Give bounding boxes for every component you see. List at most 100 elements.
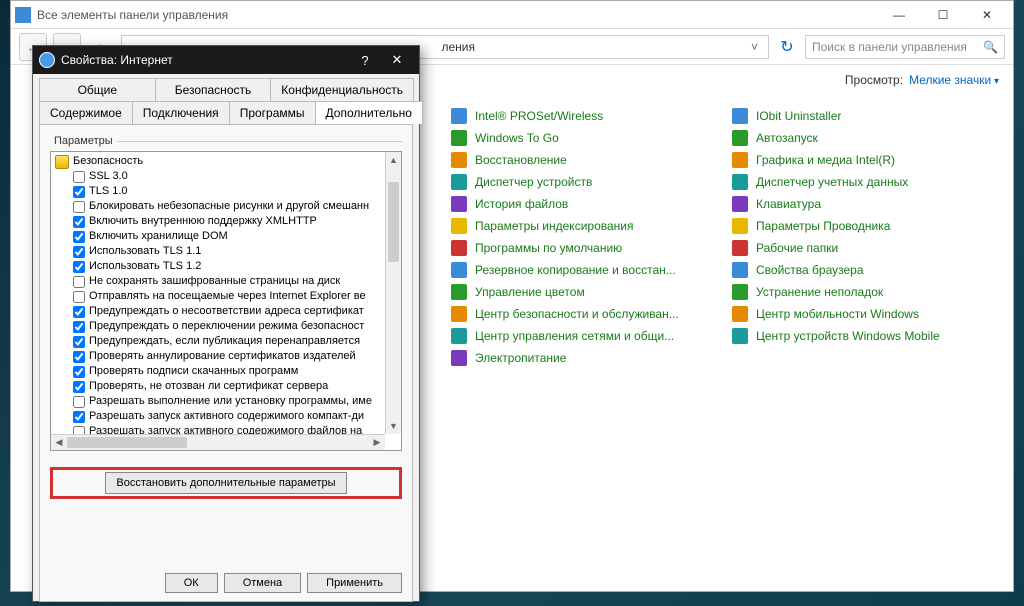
cp-item[interactable]: Windows To Go [451, 127, 712, 149]
cp-item[interactable]: Центр устройств Windows Mobile [732, 325, 993, 347]
cp-item[interactable]: История файлов [451, 193, 712, 215]
tree-checkbox[interactable] [73, 321, 85, 333]
tree-item[interactable]: SSL 3.0 [55, 169, 381, 184]
cp-item[interactable]: Центр управления сетями и общи... [451, 325, 712, 347]
cp-item-icon [732, 152, 748, 168]
tree-item[interactable]: Не сохранять зашифрованные страницы на д… [55, 274, 381, 289]
tree-item[interactable]: Разрешать запуск активного содержимого к… [55, 409, 381, 424]
cp-item[interactable]: Центр мобильности Windows [732, 303, 993, 325]
cp-item-label: Программы по умолчанию [475, 241, 622, 255]
tree-item[interactable]: Блокировать небезопасные рисунки и друго… [55, 199, 381, 214]
tree-checkbox[interactable] [73, 246, 85, 258]
tab-programs[interactable]: Программы [229, 101, 316, 124]
tree-checkbox[interactable] [73, 336, 85, 348]
tree-item[interactable]: Проверять аннулирование сертификатов изд… [55, 349, 381, 364]
refresh-button[interactable]: ↻ [775, 35, 799, 59]
cp-item-label: Восстановление [475, 153, 567, 167]
scroll-up-icon[interactable]: ▲ [386, 152, 401, 168]
cp-item-icon [732, 130, 748, 146]
cp-item-icon [732, 284, 748, 300]
tree-checkbox[interactable] [73, 366, 85, 378]
lock-icon [55, 155, 69, 169]
cp-item[interactable]: Параметры индексирования [451, 215, 712, 237]
apply-button[interactable]: Применить [307, 573, 402, 593]
tree-checkbox[interactable] [73, 261, 85, 273]
tree-item[interactable]: Отправлять на посещаемые через Internet … [55, 289, 381, 304]
cp-item[interactable]: Центр безопасности и обслуживан... [451, 303, 712, 325]
vertical-scrollbar[interactable]: ▲ ▼ [385, 152, 401, 434]
tab-content[interactable]: Содержимое [39, 101, 133, 124]
scroll-thumb-h[interactable] [67, 437, 187, 448]
cp-item[interactable]: Графика и медиа Intel(R) [732, 149, 993, 171]
cancel-button[interactable]: Отмена [224, 573, 301, 593]
cp-item[interactable]: Электропитание [451, 347, 712, 369]
cp-item[interactable]: Диспетчер учетных данных [732, 171, 993, 193]
scroll-thumb[interactable] [388, 182, 399, 262]
settings-tree[interactable]: Безопасность SSL 3.0TLS 1.0Блокировать н… [50, 151, 402, 451]
tab-advanced[interactable]: Дополнительно [315, 101, 423, 124]
cp-item[interactable]: Intel® PROSet/Wireless [451, 105, 712, 127]
address-dropdown-icon[interactable]: ˅ [747, 40, 762, 54]
tree-checkbox[interactable] [73, 216, 85, 228]
tree-checkbox[interactable] [73, 411, 85, 423]
cp-item[interactable]: Устранение неполадок [732, 281, 993, 303]
cp-item[interactable]: Программы по умолчанию [451, 237, 712, 259]
minimize-button[interactable]: — [877, 1, 921, 29]
tree-checkbox[interactable] [73, 186, 85, 198]
tab-connections[interactable]: Подключения [132, 101, 230, 124]
close-button[interactable]: ✕ [965, 1, 1009, 29]
tab-privacy[interactable]: Конфиденциальность [270, 78, 414, 101]
horizontal-scrollbar[interactable]: ◀ ▶ [51, 434, 385, 450]
tree-item[interactable]: Предупреждать, если публикация перенапра… [55, 334, 381, 349]
cp-item-label: Центр управления сетями и общи... [475, 329, 674, 343]
tree-item[interactable]: Разрешать выполнение или установку прогр… [55, 394, 381, 409]
tree-item[interactable]: TLS 1.0 [55, 184, 381, 199]
tree-item[interactable]: Включить хранилище DOM [55, 229, 381, 244]
tab-security[interactable]: Безопасность [155, 78, 272, 101]
dialog-close-button[interactable]: ✕ [381, 48, 413, 72]
help-button[interactable]: ? [349, 48, 381, 72]
cp-item-label: IObit Uninstaller [756, 109, 841, 123]
tree-checkbox[interactable] [73, 381, 85, 393]
cp-item[interactable]: Свойства браузера [732, 259, 993, 281]
cp-item[interactable]: Диспетчер устройств [451, 171, 712, 193]
cp-item[interactable]: Резервное копирование и восстан... [451, 259, 712, 281]
cp-item[interactable]: Восстановление [451, 149, 712, 171]
scroll-left-icon[interactable]: ◀ [51, 435, 67, 450]
tree-checkbox[interactable] [73, 276, 85, 288]
tree-checkbox[interactable] [73, 201, 85, 213]
tree-item[interactable]: Включить внутреннюю поддержку XMLHTTP [55, 214, 381, 229]
tree-checkbox[interactable] [73, 231, 85, 243]
view-mode-link[interactable]: Мелкие значки [909, 73, 999, 87]
restore-advanced-button[interactable]: Восстановить дополнительные параметры [105, 472, 346, 494]
cp-item-label: Автозапуск [756, 131, 818, 145]
cp-item[interactable]: Автозапуск [732, 127, 993, 149]
tree-item[interactable]: Предупреждать о переключении режима безо… [55, 319, 381, 334]
cp-item[interactable]: IObit Uninstaller [732, 105, 993, 127]
tab-general[interactable]: Общие [39, 78, 156, 101]
tree-checkbox[interactable] [73, 351, 85, 363]
tree-category-security: Безопасность [55, 154, 381, 169]
tree-item[interactable]: Предупреждать о несоответствии адреса се… [55, 304, 381, 319]
tree-item[interactable]: Проверять, не отозван ли сертификат серв… [55, 379, 381, 394]
cp-item-icon [451, 108, 467, 124]
search-box[interactable]: Поиск в панели управления 🔍 [805, 35, 1005, 59]
cp-item-icon [451, 174, 467, 190]
tree-checkbox[interactable] [73, 396, 85, 408]
tree-item[interactable]: Использовать TLS 1.1 [55, 244, 381, 259]
tree-item-label: Включить внутреннюю поддержку XMLHTTP [89, 214, 317, 229]
ok-button[interactable]: ОК [165, 573, 218, 593]
scroll-right-icon[interactable]: ▶ [369, 435, 385, 450]
cp-item[interactable]: Управление цветом [451, 281, 712, 303]
tree-checkbox[interactable] [73, 291, 85, 303]
tree-item[interactable]: Использовать TLS 1.2 [55, 259, 381, 274]
cp-item[interactable]: Клавиатура [732, 193, 993, 215]
cp-item-icon [732, 262, 748, 278]
cp-item[interactable]: Рабочие папки [732, 237, 993, 259]
maximize-button[interactable]: ☐ [921, 1, 965, 29]
tree-checkbox[interactable] [73, 171, 85, 183]
tree-checkbox[interactable] [73, 306, 85, 318]
tree-item[interactable]: Проверять подписи скачанных программ [55, 364, 381, 379]
scroll-down-icon[interactable]: ▼ [386, 418, 401, 434]
cp-item[interactable]: Параметры Проводника [732, 215, 993, 237]
